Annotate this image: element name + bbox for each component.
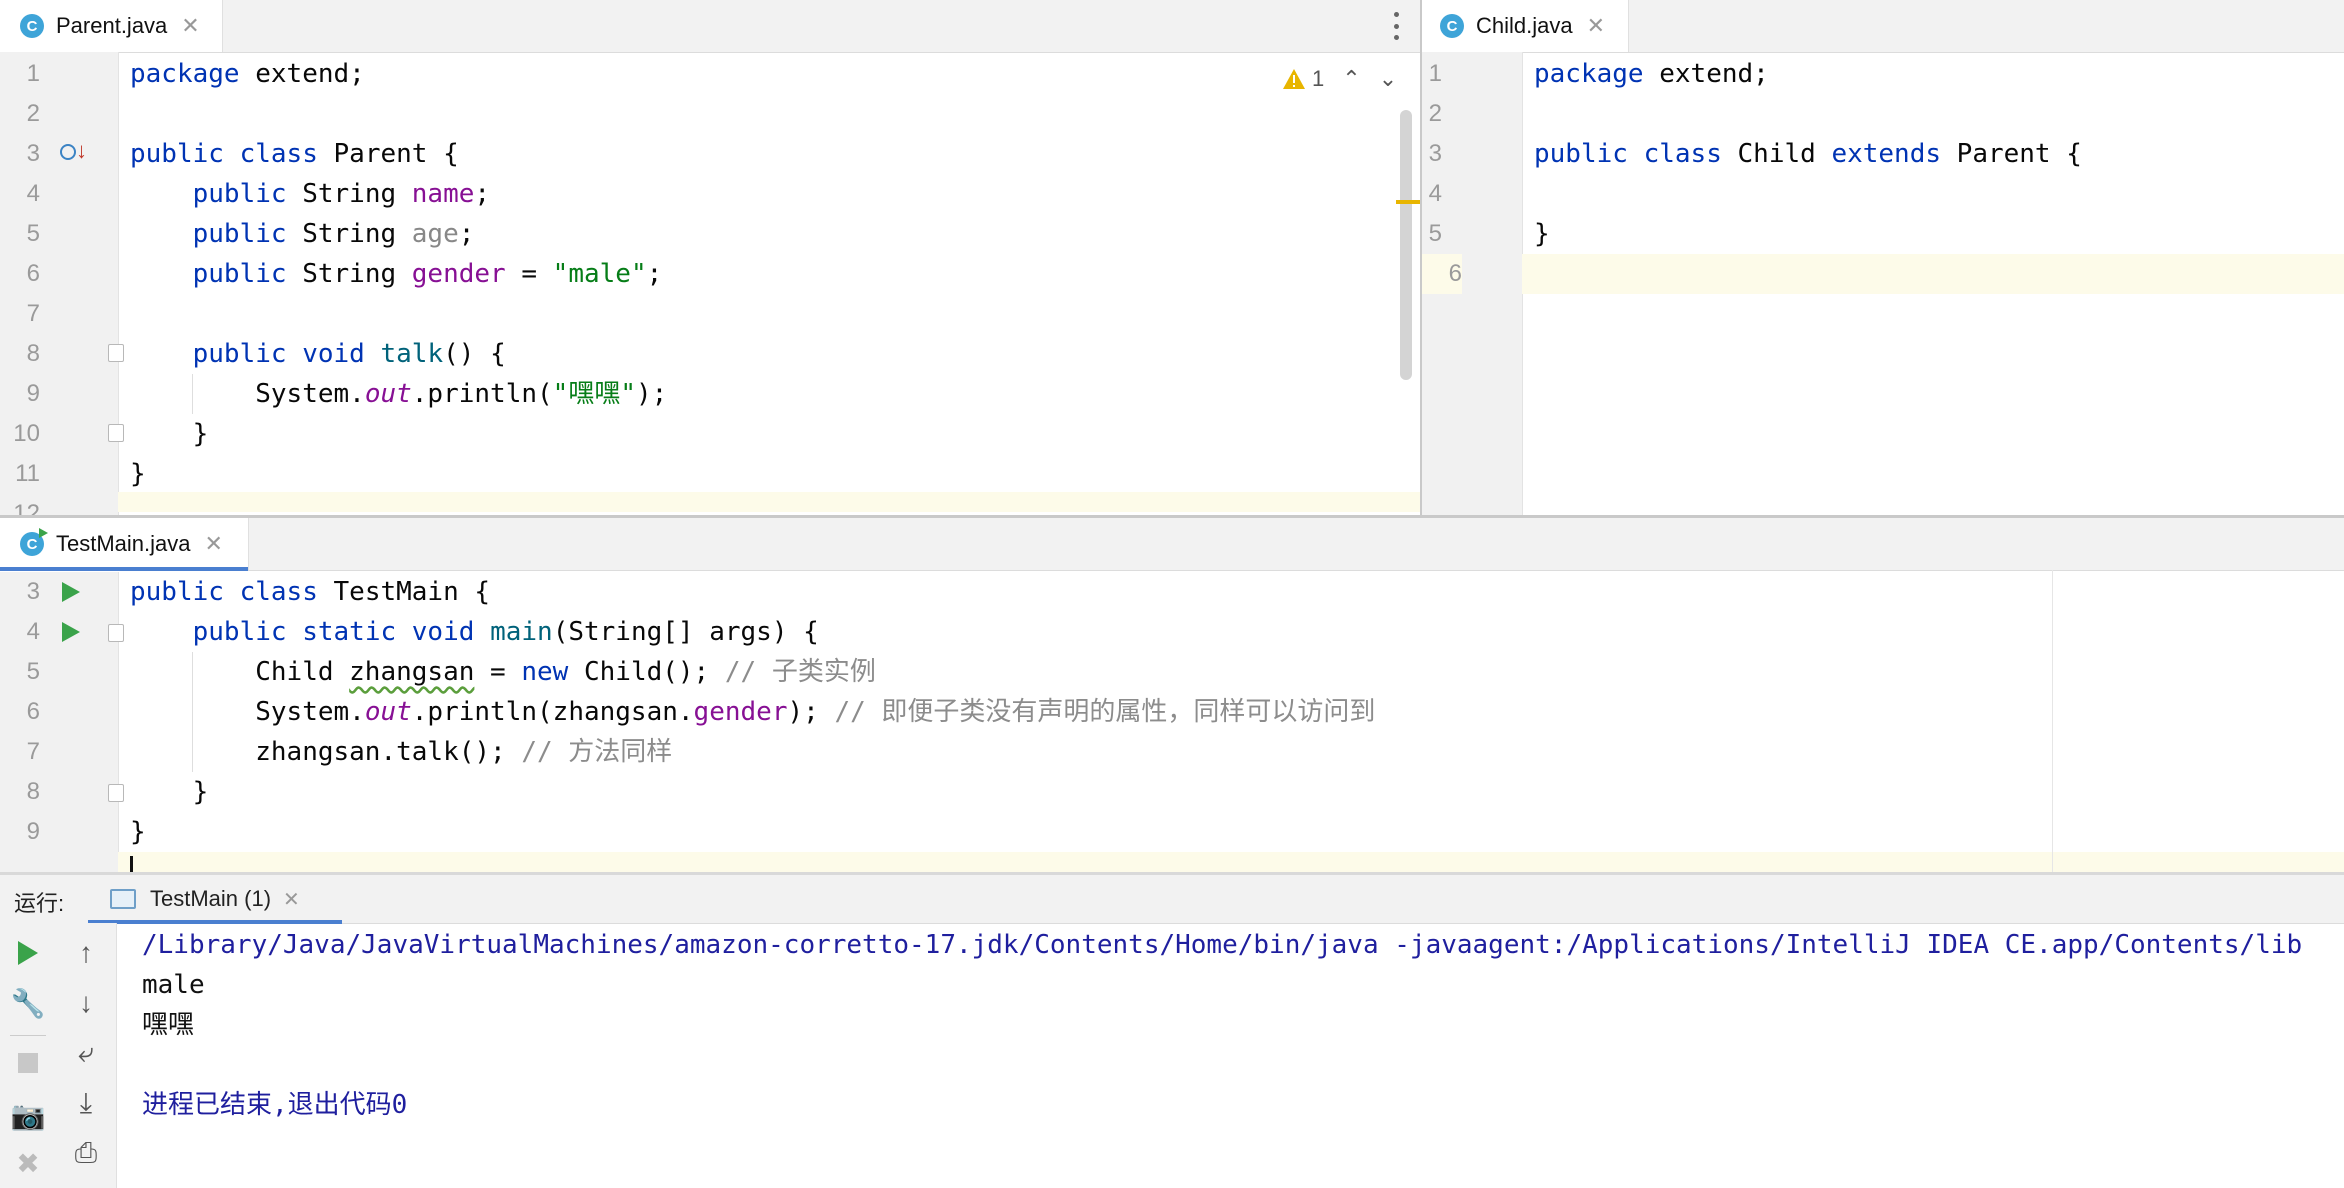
code-line: public class TestMain { [130, 577, 491, 607]
editor-tabbar-child: C Child.java ✕ [1422, 0, 2344, 53]
code-line: System.out.println(zhangsan.gender); // … [255, 697, 1376, 727]
scrollbar[interactable] [1400, 110, 1412, 380]
code-line: public static void main(String[] args) { [192, 617, 819, 647]
code-line: public class Child extends Parent { [1534, 139, 2082, 169]
code-line: } [1534, 219, 1550, 249]
line-number: 6 [1422, 254, 1462, 294]
tab-title: Parent.java [56, 13, 168, 38]
line-number: 4 [26, 618, 40, 645]
class-icon: C [1440, 14, 1464, 38]
line-number: 4 [26, 180, 40, 207]
active-tab-indicator [0, 567, 248, 571]
run-main-icon[interactable] [62, 622, 80, 642]
close-icon[interactable]: ✕ [283, 887, 300, 912]
warning-count: 1 [1312, 66, 1325, 91]
code-line: public String name; [192, 179, 491, 209]
line-number: 3 [26, 578, 40, 605]
code-area-testmain[interactable]: public class TestMain { public static vo… [118, 570, 2344, 873]
more-options-icon[interactable] [1390, 12, 1402, 40]
code-area-parent[interactable]: package extend; public class Parent { pu… [118, 52, 1420, 515]
tab-title: TestMain.java [56, 531, 191, 556]
run-class-icon[interactable] [62, 582, 80, 602]
line-number: 1 [26, 60, 40, 87]
console-output[interactable]: /Library/Java/JavaVirtualMachines/amazon… [0, 923, 2344, 1188]
code-line: public String gender = "male"; [192, 259, 663, 289]
console-command-line: /Library/Java/JavaVirtualMachines/amazon… [142, 930, 2303, 960]
line-number: 7 [26, 300, 40, 327]
line-number: 2 [1428, 100, 1442, 127]
line-gutter: 1 2 3 4 5 6 7 8 9 10 11 12 ↓ [0, 52, 124, 515]
line-number: 1 [1428, 60, 1442, 87]
tab-title: Child.java [1476, 13, 1573, 38]
line-number: 10 [13, 420, 40, 447]
line-number: 5 [26, 220, 40, 247]
current-line-highlight [1522, 254, 2344, 294]
arrow-down-icon: ↓ [76, 138, 87, 163]
line-number: 7 [26, 738, 40, 765]
tab-testmain-java[interactable]: C TestMain.java ✕ [0, 518, 249, 571]
run-tab-title: TestMain (1) [150, 886, 272, 911]
close-icon[interactable]: ✕ [205, 531, 223, 557]
editor-pane-child: C Child.java ✕ 1 2 3 4 5 6 package exten… [1422, 0, 2344, 515]
line-number: 2 [26, 100, 40, 127]
line-number: 9 [26, 380, 40, 407]
warning-marker[interactable] [1396, 200, 1420, 204]
line-number: 5 [1428, 220, 1442, 247]
current-line-highlight [118, 492, 1420, 512]
inspection-widget[interactable]: 1 ⌃ ⌄ [1282, 62, 1397, 96]
line-number: 3 [26, 140, 40, 167]
editor-pane-testmain: C TestMain.java ✕ 3 4 5 6 7 8 9 public c… [0, 518, 2344, 873]
code-line: package extend; [130, 59, 365, 89]
code-line: } [192, 777, 209, 807]
tab-parent-java[interactable]: C Parent.java ✕ [0, 0, 223, 52]
run-config-tab[interactable]: TestMain (1) ✕ [88, 875, 342, 924]
text-cursor [130, 856, 133, 872]
line-gutter: 3 4 5 6 7 8 9 [0, 572, 124, 873]
line-number: 3 [1428, 140, 1442, 167]
chevron-up-icon[interactable]: ⌃ [1342, 66, 1360, 92]
line-number: 4 [1428, 180, 1442, 207]
run-tool-window: 运行: TestMain (1) ✕ 🔧 📷 ✖ ↑ ↓ ⤶ ⤓ ⎙ /Libr… [0, 875, 2344, 1188]
tab-child-java[interactable]: C Child.java ✕ [1422, 0, 1629, 52]
console-output-line: male [142, 970, 205, 1000]
run-panel-label: 运行: [14, 891, 65, 916]
line-number: 11 [15, 460, 40, 487]
code-line: zhangsan.talk(); // 方法同样 [255, 737, 673, 767]
line-number: 12 [13, 500, 40, 515]
editor-tabbar-testmain: C TestMain.java ✕ [0, 518, 2344, 571]
code-line: public String age; [192, 219, 475, 249]
code-line: Child zhangsan = new Child(); // 子类实例 [255, 657, 876, 687]
current-line-highlight [118, 852, 2344, 872]
code-line: } [130, 817, 146, 847]
line-gutter: 1 2 3 4 5 6 [1422, 52, 1523, 515]
console-output-line: 嘿嘿 [142, 1010, 195, 1040]
warning-icon [1283, 69, 1305, 89]
code-area-child[interactable]: package extend; public class Child exten… [1522, 52, 2344, 515]
class-icon: C [20, 14, 44, 38]
code-line: } [192, 419, 209, 449]
right-margin-guide [2052, 570, 2053, 873]
chevron-down-icon[interactable]: ⌄ [1379, 66, 1397, 92]
code-line: package extend; [1534, 59, 1769, 89]
line-number: 8 [26, 340, 40, 367]
line-number: 6 [26, 698, 40, 725]
overridden-method-icon[interactable] [60, 144, 76, 160]
code-line: public class Parent { [130, 139, 459, 169]
console-icon [110, 889, 136, 909]
editor-tabbar-parent: C Parent.java ✕ [0, 0, 1420, 53]
close-icon[interactable]: ✕ [181, 13, 199, 39]
code-line: } [130, 459, 146, 489]
line-number: 9 [26, 818, 40, 845]
editor-pane-parent: C Parent.java ✕ 1 2 3 4 5 6 7 8 9 10 11 … [0, 0, 1420, 515]
run-panel-header: 运行: TestMain (1) ✕ [0, 875, 2344, 924]
code-line: public void talk() { [192, 339, 506, 369]
line-number: 6 [26, 260, 40, 287]
line-number: 8 [26, 778, 40, 805]
code-line: System.out.println("嘿嘿"); [255, 379, 668, 409]
console-exit-line: 进程已结束,退出代码0 [142, 1090, 408, 1120]
close-icon[interactable]: ✕ [1587, 13, 1605, 39]
runnable-class-icon: C [20, 528, 48, 556]
line-number: 5 [26, 658, 40, 685]
